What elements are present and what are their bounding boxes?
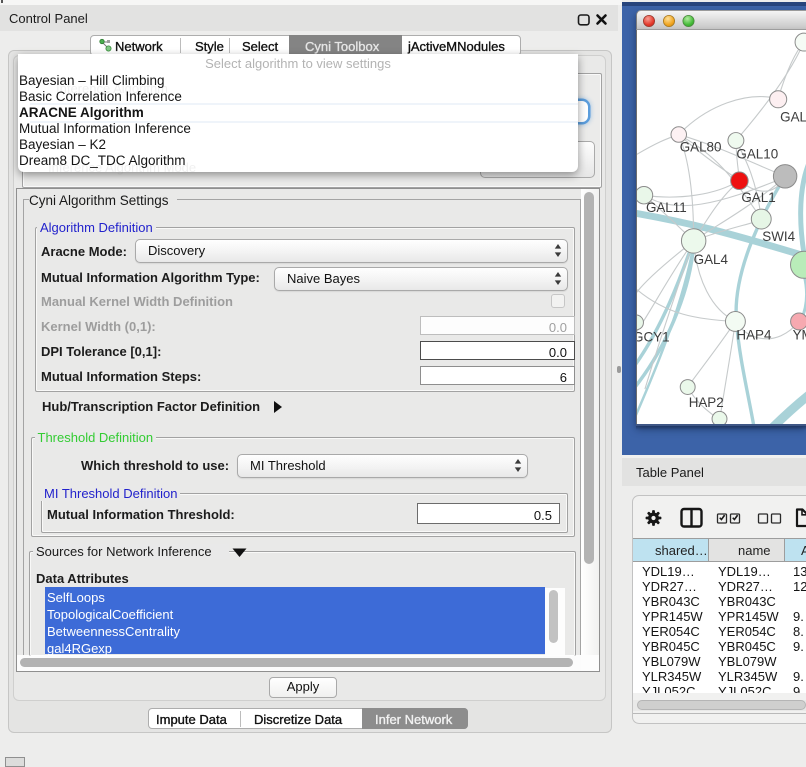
svg-text:YM: YM	[793, 327, 806, 342]
svg-text:GAL11: GAL11	[646, 200, 687, 215]
svg-text:HAP2: HAP2	[689, 395, 724, 410]
svg-text:GAL7: GAL7	[780, 110, 806, 125]
svg-text:GAL80: GAL80	[680, 139, 722, 154]
svg-text:SWI4: SWI4	[762, 229, 795, 244]
svg-text:GAL1: GAL1	[741, 190, 775, 205]
svg-text:GCY1: GCY1	[636, 329, 670, 344]
svg-text:GAL4: GAL4	[694, 252, 729, 267]
svg-text:GAL10: GAL10	[736, 146, 778, 161]
svg-text:HAP4: HAP4	[736, 327, 772, 342]
